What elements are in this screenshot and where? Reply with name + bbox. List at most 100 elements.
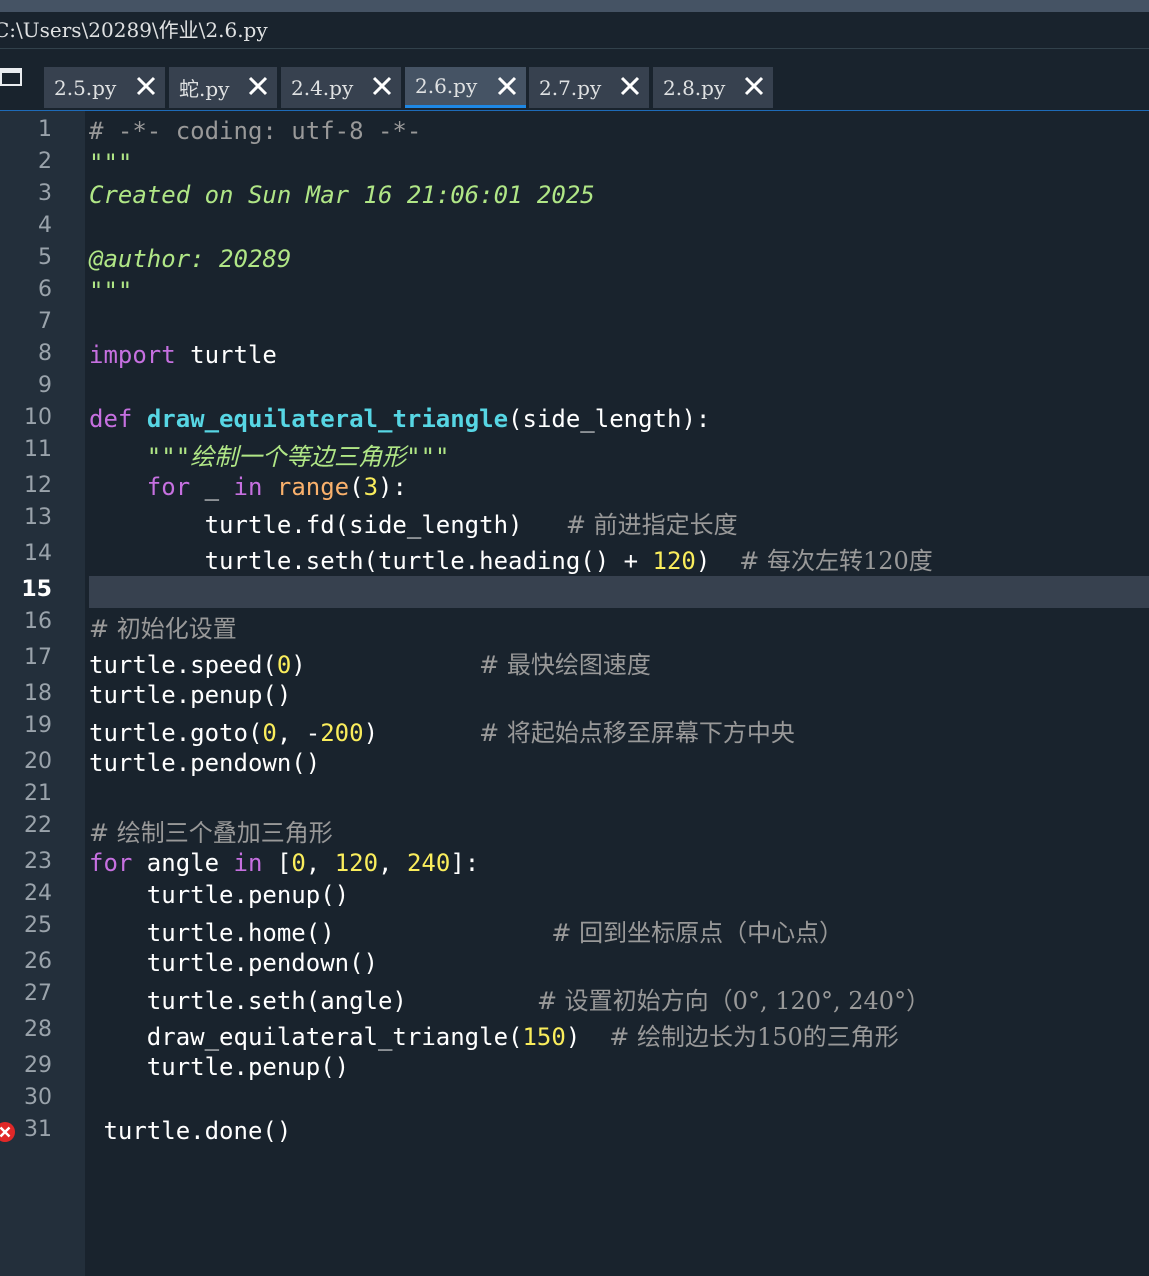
line-number: 25 xyxy=(24,913,52,938)
number: 0 xyxy=(276,651,292,679)
code-line-25[interactable]: turtle.home() # 回到坐标原点（中心点） xyxy=(89,913,843,948)
line-number: 1 xyxy=(38,117,52,142)
code-text: turtle.pendown() xyxy=(89,749,321,777)
docstring: @author: 20289 xyxy=(89,245,292,273)
function-name: draw_equilateral_triangle xyxy=(146,405,509,433)
code-text: turtle.seth(angle) xyxy=(89,987,407,1015)
line-number: 26 xyxy=(24,949,52,974)
code-text: ]: xyxy=(450,849,480,877)
code-line-1[interactable]: # -*- coding: utf-8 -*- xyxy=(89,117,421,145)
code-line-23[interactable]: for angle in [0, 120, 240]: xyxy=(89,849,479,877)
line-number: 13 xyxy=(24,505,52,530)
code-text: ): xyxy=(378,473,407,501)
code-text: turtle.penup() xyxy=(89,1053,350,1081)
code-text: ( xyxy=(349,473,364,501)
number: 0 xyxy=(291,849,306,877)
code-text: turtle xyxy=(175,341,277,369)
code-line-16[interactable]: # 初始化设置 xyxy=(89,609,237,644)
code-line-29[interactable]: turtle.penup() xyxy=(89,1053,349,1081)
tab-2-8-py[interactable]: 2.8.py xyxy=(653,67,773,108)
code-line-26[interactable]: turtle.pendown() xyxy=(89,949,378,977)
line-number: 5 xyxy=(38,245,52,270)
tab-label: 2.8.py xyxy=(663,75,726,100)
line-number: 8 xyxy=(38,341,52,366)
code-line-10[interactable]: def draw_equilateral_triangle(side_lengt… xyxy=(89,405,710,433)
comment: # 最快绘图速度 xyxy=(479,651,651,679)
close-icon[interactable] xyxy=(371,75,393,97)
code-line-14[interactable]: turtle.seth(turtle.heading() + 120) # 每次… xyxy=(89,541,933,576)
tab-2-6-py[interactable]: 2.6.py xyxy=(405,67,526,108)
line-number: 20 xyxy=(24,749,52,774)
line-number: 22 xyxy=(24,813,52,838)
code-text: turtle.seth(turtle.heading() + xyxy=(89,547,653,575)
line-number: 6 xyxy=(38,277,52,302)
tab-2-4-py[interactable]: 2.4.py xyxy=(281,67,401,108)
code-editor[interactable]: 1 2 3 4 5 6 7 8 9 10 11 12 13 14 15 16 1… xyxy=(0,111,1149,1276)
line-number-gutter[interactable]: 1 2 3 4 5 6 7 8 9 10 11 12 13 14 15 16 1… xyxy=(0,111,85,1276)
number: 120 xyxy=(334,849,379,877)
comment: # 绘制边长为150的三角形 xyxy=(609,1023,899,1051)
editor-tab-bar: 2.5.py 蛇.py 2.4.py 2.6.py 2.7.py 2.8.py xyxy=(0,49,1149,111)
code-line-18[interactable]: turtle.penup() xyxy=(89,681,291,709)
code-line-3[interactable]: Created on Sun Mar 16 21:06:01 2025 xyxy=(89,181,595,209)
code-line-17[interactable]: turtle.speed(0) # 最快绘图速度 xyxy=(89,645,651,680)
tab-label: 2.4.py xyxy=(291,75,354,100)
code-line-2[interactable]: """ xyxy=(89,149,132,177)
line-number: 28 xyxy=(24,1017,52,1042)
line-number: 27 xyxy=(24,981,52,1006)
code-text: turtle.fd(side_length) xyxy=(89,511,523,539)
tab-2-7-py[interactable]: 2.7.py xyxy=(529,67,649,108)
error-icon[interactable] xyxy=(0,1121,16,1143)
number: 240 xyxy=(406,849,451,877)
code-line-22[interactable]: # 绘制三个叠加三角形 xyxy=(89,813,333,848)
line-number: 24 xyxy=(24,881,52,906)
comment: # 每次左转120度 xyxy=(739,547,933,575)
comment: # 设置初始方向（0°, 120°, 240°） xyxy=(536,987,931,1015)
close-icon[interactable] xyxy=(247,75,269,97)
close-icon[interactable] xyxy=(135,75,157,97)
close-icon[interactable] xyxy=(743,75,765,97)
code-line-5[interactable]: @author: 20289 xyxy=(89,245,291,273)
current-line-highlight xyxy=(89,576,1149,608)
code-line-6[interactable]: """ xyxy=(89,277,132,305)
browse-tabs-icon[interactable] xyxy=(0,68,22,86)
code-text: ) xyxy=(291,651,306,679)
tab-2-5-py[interactable]: 2.5.py xyxy=(44,67,165,108)
close-icon[interactable] xyxy=(496,75,518,97)
number: 0 xyxy=(262,719,277,747)
line-number: 12 xyxy=(24,473,52,498)
code-line-27[interactable]: turtle.seth(angle) # 设置初始方向（0°, 120°, 24… xyxy=(89,981,930,1016)
code-text: _ xyxy=(190,473,234,501)
tab-label: 2.5.py xyxy=(54,75,117,100)
code-text: turtle.home() xyxy=(89,919,335,947)
code-line-20[interactable]: turtle.pendown() xyxy=(89,749,320,777)
code-line-13[interactable]: turtle.fd(side_length) # 前进指定长度 xyxy=(89,505,738,540)
keyword: import xyxy=(89,341,176,369)
line-number: 3 xyxy=(38,181,52,206)
line-number: 9 xyxy=(38,373,52,398)
code-line-19[interactable]: turtle.goto(0, -200) # 将起始点移至屏幕下方中央 xyxy=(89,713,795,748)
code-line-31[interactable]: turtle.done() xyxy=(89,1117,291,1145)
code-line-28[interactable]: draw_equilateral_triangle(150) # 绘制边长为15… xyxy=(89,1017,899,1052)
builtin: range xyxy=(276,473,350,501)
code-text: turtle.penup() xyxy=(89,681,292,709)
line-number-current: 15 xyxy=(21,577,52,602)
line-number: 19 xyxy=(24,713,52,738)
code-text: turtle.penup() xyxy=(89,881,350,909)
comment: # -*- coding: utf-8 -*- xyxy=(89,117,422,145)
code-line-12[interactable]: for _ in range(3): xyxy=(89,473,407,501)
code-line-11[interactable]: """绘制一个等边三角形""" xyxy=(89,437,450,472)
keyword: def xyxy=(89,405,133,433)
close-icon[interactable] xyxy=(619,75,641,97)
tab-snake-py[interactable]: 蛇.py xyxy=(169,67,277,108)
code-text: turtle.speed( xyxy=(89,651,277,679)
line-number: 11 xyxy=(24,437,52,462)
comment: # 初始化设置 xyxy=(89,615,237,643)
code-line-8[interactable]: import turtle xyxy=(89,341,277,369)
code-line-24[interactable]: turtle.penup() xyxy=(89,881,349,909)
